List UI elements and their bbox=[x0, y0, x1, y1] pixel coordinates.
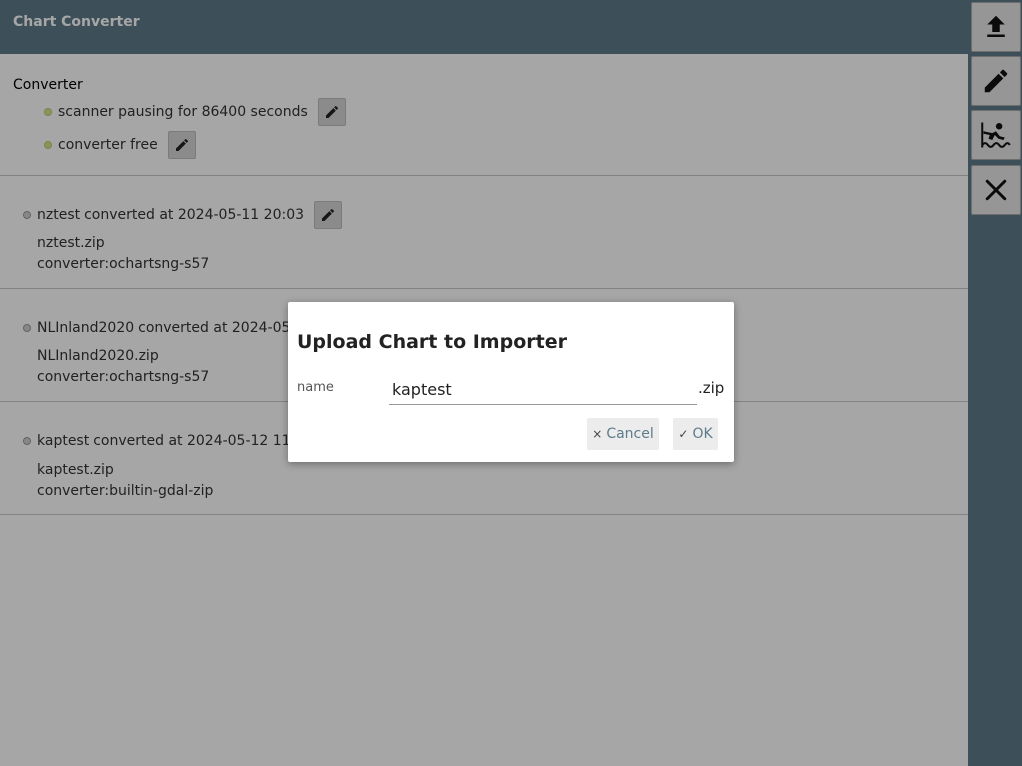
upload-dialog: Upload Chart to Importer name .zip × Can… bbox=[288, 302, 734, 462]
ok-button[interactable]: ✓ OK bbox=[673, 418, 718, 450]
ok-label: OK bbox=[692, 426, 713, 442]
cancel-button[interactable]: × Cancel bbox=[587, 418, 659, 450]
name-label: name bbox=[297, 380, 334, 395]
dialog-title: Upload Chart to Importer bbox=[297, 331, 567, 353]
name-suffix: .zip bbox=[698, 379, 725, 397]
close-icon: × bbox=[592, 427, 603, 441]
cancel-label: Cancel bbox=[606, 426, 654, 442]
name-input[interactable] bbox=[389, 374, 697, 405]
check-icon: ✓ bbox=[678, 427, 689, 441]
